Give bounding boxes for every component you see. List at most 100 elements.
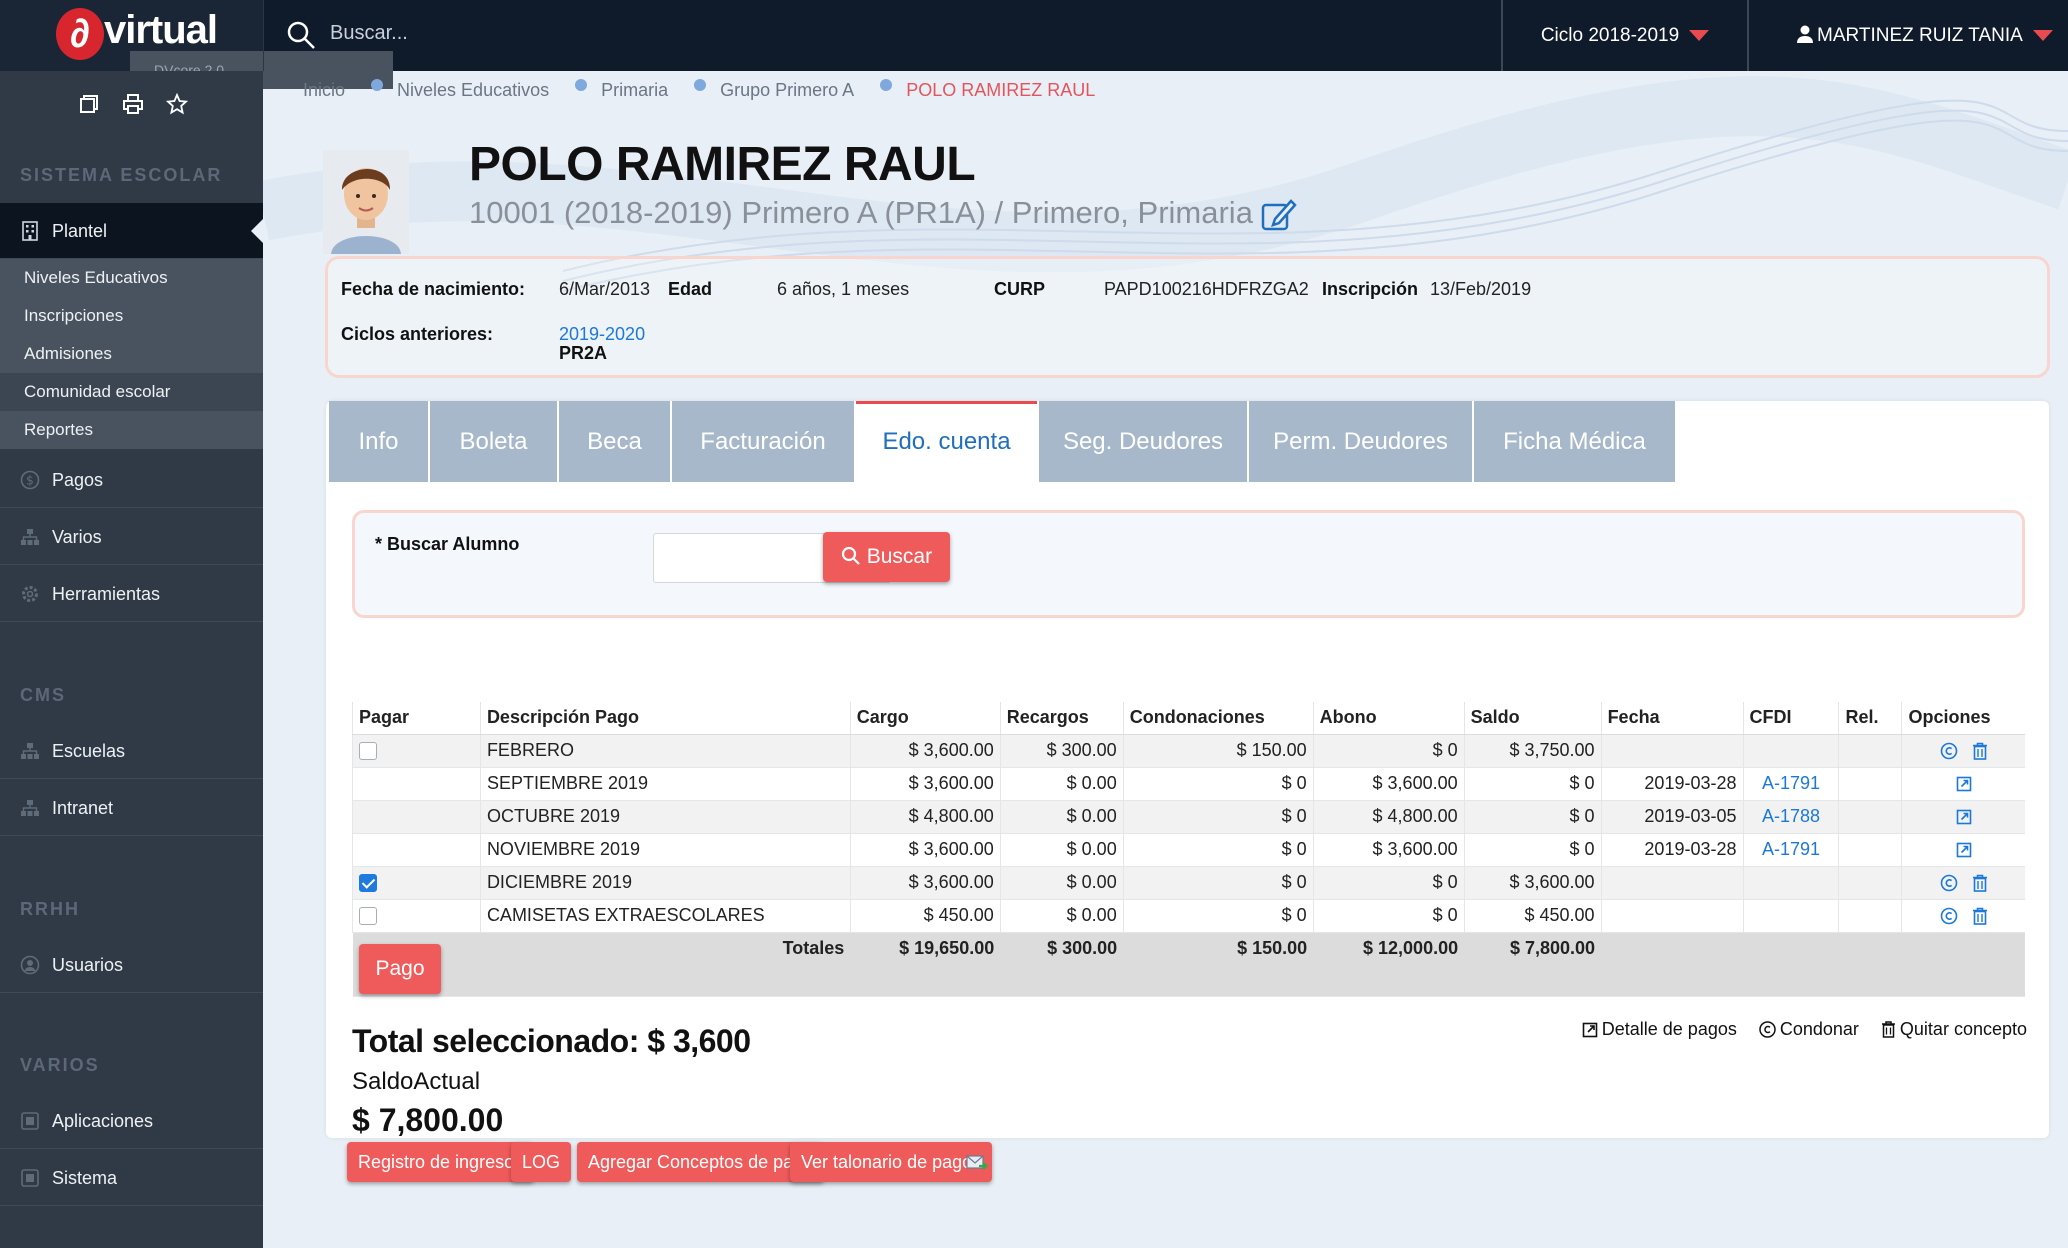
cargo-cell: $ 4,800.00	[849, 800, 1001, 834]
sidebar-item-aplicaciones[interactable]: Aplicaciones	[0, 1093, 263, 1149]
breadcrumb-item[interactable]: Primaria	[601, 80, 668, 101]
global-search[interactable]: Buscar...	[263, 0, 1501, 71]
breadcrumb-item[interactable]: Niveles Educativos	[397, 80, 549, 101]
search-input[interactable]: Buscar...	[330, 22, 408, 45]
sidebar-subitem-inscripciones[interactable]: Inscripciones	[0, 297, 263, 335]
table-header-row: Pagar Descripción Pago Cargo Recargos Condon…	[352, 702, 2025, 735]
sidebar-item-sistema[interactable]: Sistema	[0, 1150, 263, 1206]
desc-cell: NOVIEMBRE 2019	[479, 833, 851, 867]
tab-perm-deudores[interactable]: Perm. Deudores	[1249, 401, 1472, 482]
opciones-cell	[1901, 767, 2025, 801]
pagar-checkbox[interactable]	[359, 874, 377, 893]
pago-button[interactable]: Pago	[359, 944, 441, 994]
external-link-icon[interactable]	[1956, 809, 1972, 825]
saldo-actual-value: $ 7,800.00	[352, 1102, 504, 1138]
condonar-icon[interactable]	[1940, 742, 1958, 760]
tab-seg-deudores[interactable]: Seg. Deudores	[1039, 401, 1247, 482]
condonar-icon[interactable]	[1940, 907, 1958, 925]
export-mail-icon[interactable]	[966, 1153, 990, 1173]
tab-boleta[interactable]: Boleta	[430, 401, 557, 482]
user-menu[interactable]: MARTINEZ RUIZ TANIA	[1747, 0, 2068, 71]
desc-cell: SEPTIEMBRE 2019	[479, 767, 851, 801]
condonar-action[interactable]: Condonar	[1759, 1019, 1859, 1040]
desc-cell: DICIEMBRE 2019	[479, 866, 851, 900]
sidebar-subitem-reportes[interactable]: Reportes	[0, 411, 263, 449]
ver-talonario-button[interactable]: Ver talonario de pagos	[790, 1142, 993, 1182]
quitar-concepto-action[interactable]: Quitar concepto	[1881, 1019, 2027, 1040]
sidebar-subitem-admisiones[interactable]: Admisiones	[0, 335, 263, 373]
sidebar-item-label: Intranet	[52, 798, 114, 818]
breadcrumb-item[interactable]: Grupo Primero A	[720, 80, 854, 101]
cfdi-cell[interactable]: A-1788	[1742, 800, 1839, 834]
pagar-cell	[352, 800, 481, 834]
abono-cell: $ 0	[1312, 899, 1465, 933]
tab-bar: Info Boleta Beca Facturación Edo. cuenta…	[329, 401, 1677, 482]
external-link-icon[interactable]	[1956, 842, 1972, 858]
agregar-conceptos-button[interactable]: Agregar Conceptos de pago	[577, 1142, 825, 1182]
breadcrumb-current: POLO RAMIREZ RAUL	[906, 80, 1096, 100]
abono-cell: $ 0	[1312, 866, 1465, 900]
sidebar-item-plantel[interactable]: Plantel	[0, 203, 263, 259]
saldo-actual-label: SaldoActual	[352, 1068, 481, 1095]
total-condonaciones: $ 150.00	[1123, 932, 1314, 997]
trash-icon[interactable]	[1972, 907, 1988, 926]
trash-icon[interactable]	[1972, 742, 1988, 761]
tab-ficha-medica[interactable]: Ficha Médica	[1474, 401, 1675, 482]
sidebar-item-label: Aplicaciones	[52, 1111, 154, 1131]
detalle-pagos-action[interactable]: Detalle de pagos	[1582, 1019, 1737, 1040]
recargos-cell: $ 300.00	[999, 734, 1124, 768]
tab-facturacion[interactable]: Facturación	[672, 401, 854, 482]
fecha-nacimiento-label: Fecha de nacimiento:	[341, 279, 526, 299]
ciclo-selector[interactable]: Ciclo 2018-2019	[1501, 0, 1747, 71]
copy-icon[interactable]	[78, 93, 100, 115]
recargos-cell: $ 0.00	[999, 767, 1124, 801]
breadcrumb-item[interactable]: Inicio	[303, 80, 345, 101]
abono-cell: $ 4,800.00	[1312, 800, 1465, 834]
condonar-icon[interactable]	[1940, 874, 1958, 892]
desc-cell: OCTUBRE 2019	[479, 800, 851, 834]
tab-edo-cuenta[interactable]: Edo. cuenta	[856, 401, 1037, 482]
opciones-cell	[1901, 866, 2025, 900]
trash-icon[interactable]	[1972, 874, 1988, 893]
totals-spacer	[1743, 932, 1839, 997]
tab-info[interactable]: Info	[329, 401, 428, 482]
student-search-panel: * Buscar Alumno Buscar	[352, 510, 2025, 618]
cond-cell: $ 0	[1122, 800, 1314, 834]
rel-cell	[1838, 800, 1902, 834]
saldo-cell: $ 0	[1463, 767, 1602, 801]
pagar-checkbox[interactable]	[359, 907, 377, 926]
ciclo-anterior-link[interactable]: 2019-2020	[559, 324, 645, 345]
sidebar-item-intranet[interactable]: Intranet	[0, 780, 263, 836]
sidebar-item-label: Escuelas	[52, 741, 126, 761]
sidebar-item-usuarios[interactable]: Usuarios	[0, 937, 263, 993]
registro-ingresos-button[interactable]: Registro de ingresos	[347, 1142, 535, 1182]
buscar-button[interactable]: Buscar	[823, 532, 950, 582]
sidebar-item-varios[interactable]: Varios	[0, 509, 263, 565]
print-icon[interactable]	[122, 93, 144, 115]
payments-table: Pagar Descripción Pago Cargo Recargos Condon…	[352, 702, 2025, 997]
sidebar-subitem-comunidad[interactable]: Comunidad escolar	[0, 373, 263, 411]
sidebar-item-pagos[interactable]: $ Pagos	[0, 452, 263, 508]
student-photo	[323, 150, 409, 254]
pagar-cell	[352, 734, 481, 768]
cfdi-cell[interactable]: A-1791	[1742, 767, 1839, 801]
pagar-checkbox[interactable]	[359, 742, 377, 761]
cargo-cell: $ 3,600.00	[849, 833, 1001, 867]
star-icon[interactable]	[166, 93, 188, 115]
tab-beca[interactable]: Beca	[559, 401, 670, 482]
external-link-icon[interactable]	[1956, 776, 1972, 792]
cfdi-cell[interactable]: A-1791	[1742, 833, 1839, 867]
column-header: Cargo	[849, 702, 1001, 735]
ciclos-anteriores-label: Ciclos anteriores:	[341, 324, 494, 344]
log-button[interactable]: LOG	[511, 1142, 572, 1182]
search-icon	[841, 546, 860, 565]
buscar-alumno-label: * Buscar Alumno	[375, 534, 520, 554]
edit-icon[interactable]	[1261, 197, 1297, 231]
logo-mark-icon: ∂	[56, 8, 104, 60]
cargo-cell: $ 3,600.00	[849, 767, 1001, 801]
sidebar-item-escuelas[interactable]: Escuelas	[0, 723, 263, 779]
sidebar-subitem-niveles[interactable]: Niveles Educativos	[0, 259, 263, 297]
cargo-cell: $ 450.00	[849, 899, 1001, 933]
sidebar-item-herramientas[interactable]: Herramientas	[0, 566, 263, 622]
app-logo[interactable]: ∂ virtual DVcore 2.0	[0, 0, 393, 89]
